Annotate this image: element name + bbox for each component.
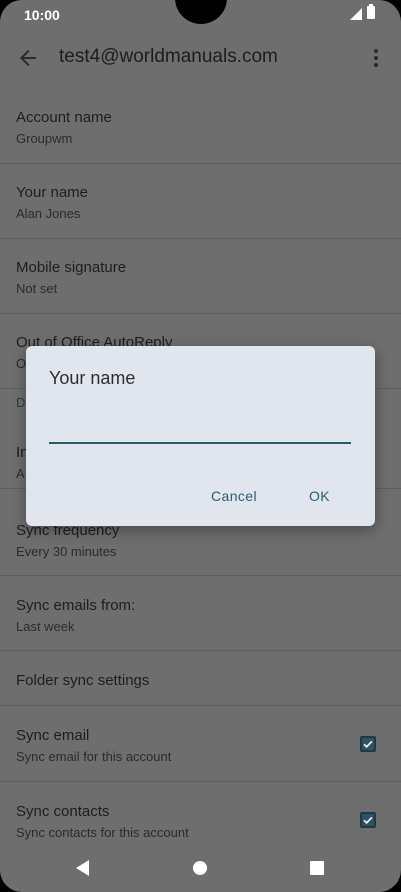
status-time: 10:00: [24, 7, 60, 23]
setting-summary: Alan Jones: [16, 206, 81, 221]
app-toolbar: test4@worldmanuals.com: [0, 28, 401, 88]
signal-icon: [350, 8, 362, 20]
setting-your-name[interactable]: Your name Alan Jones: [0, 164, 401, 239]
check-icon: [363, 816, 373, 825]
battery-icon: [367, 4, 375, 19]
camera-notch: [175, 0, 227, 24]
ok-button[interactable]: OK: [303, 484, 336, 508]
setting-title: Sync contacts: [16, 803, 110, 820]
dialog-title: Your name: [49, 368, 136, 388]
page-title: test4@worldmanuals.com: [59, 46, 278, 67]
section-header-label: D: [16, 395, 26, 410]
setting-title: Your name: [16, 184, 88, 201]
setting-summary: Last week: [16, 619, 75, 634]
setting-mobile-signature[interactable]: Mobile signature Not set: [0, 239, 401, 314]
setting-title: Sync emails from:: [16, 597, 136, 614]
setting-summary: A: [16, 466, 25, 481]
setting-summary: Sync contacts for this account: [16, 825, 189, 840]
setting-sync-emails-from[interactable]: Sync emails from: Last week: [0, 576, 401, 651]
nav-recents-icon[interactable]: [310, 861, 324, 875]
setting-title: Sync email: [16, 727, 90, 744]
setting-title: Folder sync settings: [16, 672, 150, 689]
check-icon: [363, 740, 373, 749]
setting-account-name[interactable]: Account name Groupwm: [0, 88, 401, 164]
back-arrow-icon[interactable]: [16, 46, 40, 70]
your-name-dialog: Your name Cancel OK: [26, 346, 375, 526]
more-options-icon[interactable]: [364, 46, 388, 70]
name-input[interactable]: [49, 408, 351, 444]
setting-summary: Not set: [16, 281, 58, 296]
cancel-button[interactable]: Cancel: [205, 484, 263, 508]
setting-title: Mobile signature: [16, 259, 127, 276]
setting-summary: Groupwm: [16, 131, 73, 146]
setting-summary: O: [16, 356, 27, 371]
screen: 10:00 test4@worldmanuals.com Account nam…: [0, 0, 401, 892]
setting-sync-contacts[interactable]: Sync contacts Sync contacts for this acc…: [0, 782, 401, 852]
sync-contacts-checkbox[interactable]: [360, 812, 376, 828]
setting-summary: Every 30 minutes: [16, 544, 117, 559]
nav-back-icon[interactable]: [76, 860, 89, 876]
setting-summary: Sync email for this account: [16, 749, 172, 764]
setting-folder-sync[interactable]: Folder sync settings: [0, 651, 401, 706]
nav-home-icon[interactable]: [193, 861, 207, 875]
status-bar: 10:00: [0, 0, 401, 28]
setting-title: Account name: [16, 109, 112, 126]
system-nav-bar: [0, 846, 401, 892]
setting-sync-email[interactable]: Sync email Sync email for this account: [0, 706, 401, 782]
sync-email-checkbox[interactable]: [360, 736, 376, 752]
